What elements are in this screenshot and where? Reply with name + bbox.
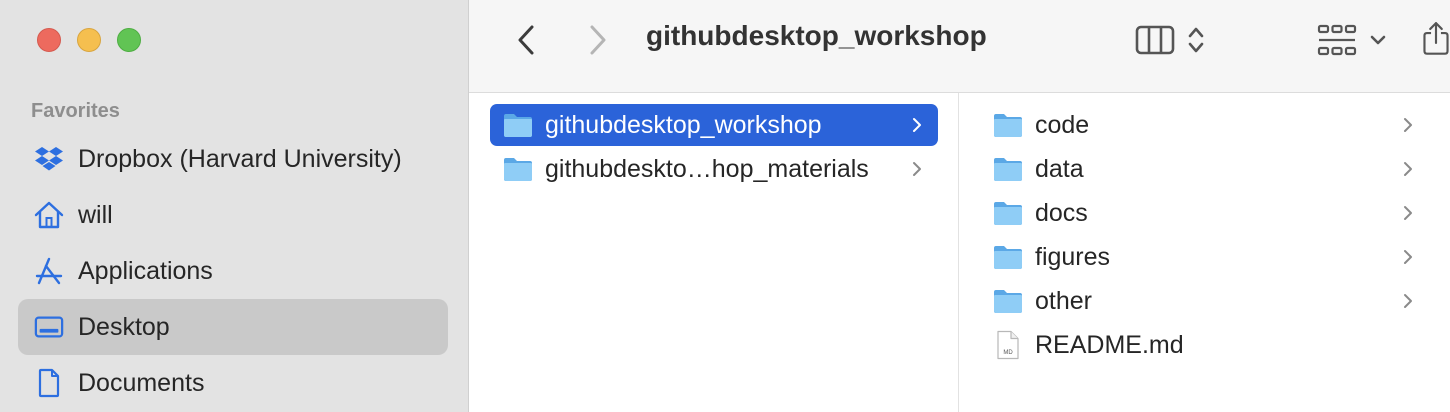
folder-row-docs[interactable]: docs — [981, 192, 1425, 234]
forward-button[interactable] — [581, 22, 615, 58]
sidebar: Favorites Dropbox (Harvard University) w… — [0, 0, 469, 412]
folder-row-githubdesktop-workshop[interactable]: githubdesktop_workshop — [490, 104, 938, 146]
chevron-down-icon — [1370, 35, 1386, 45]
zoom-window-button[interactable] — [117, 28, 141, 52]
sidebar-item-desktop[interactable]: Desktop — [18, 299, 448, 355]
chevron-right-icon — [1404, 162, 1412, 176]
folder-name: docs — [1035, 198, 1088, 227]
folder-icon — [994, 246, 1022, 269]
grid-view-icon — [1317, 24, 1357, 56]
document-icon — [34, 368, 64, 398]
folder-name: data — [1035, 154, 1084, 183]
group-button[interactable] — [1314, 20, 1390, 60]
file-row-readme[interactable]: MD README.md — [981, 324, 1425, 366]
close-window-button[interactable] — [37, 28, 61, 52]
view-mode-button[interactable] — [1130, 20, 1210, 60]
minimize-window-button[interactable] — [77, 28, 101, 52]
folder-icon — [994, 202, 1022, 225]
chevron-right-icon — [1404, 206, 1412, 220]
chevron-right-icon — [1404, 250, 1412, 264]
window-title: githubdesktop_workshop — [646, 20, 987, 51]
dropbox-icon — [34, 144, 64, 174]
file-type-badge: MD — [1003, 350, 1013, 356]
column-view-icon — [1135, 25, 1175, 55]
sidebar-item-dropbox[interactable]: Dropbox (Harvard University) — [18, 131, 448, 187]
markdown-file-icon: MD — [997, 330, 1019, 360]
share-icon — [1423, 22, 1449, 55]
share-button[interactable] — [1422, 16, 1450, 60]
folder-icon — [994, 290, 1022, 313]
back-button[interactable] — [509, 22, 543, 58]
browser-column-2: code data docs figures other MD README.m… — [959, 93, 1450, 412]
window-controls — [37, 28, 141, 52]
folder-name: other — [1035, 286, 1092, 315]
chevron-right-icon — [1404, 294, 1412, 308]
file-name: README.md — [1035, 330, 1184, 359]
sidebar-item-documents[interactable]: Documents — [18, 355, 448, 411]
chevron-right-icon — [590, 25, 606, 55]
sidebar-item-label: Documents — [78, 368, 205, 397]
sidebar-item-applications[interactable]: Applications — [18, 243, 448, 299]
sidebar-item-label: will — [78, 200, 113, 229]
folder-row-other[interactable]: other — [981, 280, 1425, 322]
sidebar-item-label: Applications — [78, 256, 213, 285]
folder-row-data[interactable]: data — [981, 148, 1425, 190]
folder-name: code — [1035, 110, 1090, 139]
chevron-left-icon — [518, 25, 534, 55]
applications-icon — [34, 256, 64, 286]
desktop-icon — [34, 312, 64, 342]
sidebar-item-will[interactable]: will — [18, 187, 448, 243]
home-icon — [34, 200, 64, 230]
sidebar-section-favorites: Favorites — [31, 100, 120, 122]
folder-name: figures — [1035, 242, 1111, 271]
browser-column-1: githubdesktop_workshop githubdeskto…hop_… — [469, 93, 958, 412]
sidebar-item-label: Dropbox (Harvard University) — [78, 144, 402, 173]
chevron-right-icon — [913, 162, 921, 176]
up-down-chevron-icon — [1188, 27, 1204, 53]
folder-row-githubdesktop-workshop-materials[interactable]: githubdeskto…hop_materials — [490, 148, 938, 190]
folder-icon — [504, 114, 532, 137]
folder-icon — [504, 158, 532, 181]
folder-icon — [994, 158, 1022, 181]
folder-name: githubdesktop_workshop — [545, 110, 822, 139]
folder-name: githubdeskto…hop_materials — [545, 154, 869, 183]
chevron-right-icon — [1404, 118, 1412, 132]
sidebar-item-label: Desktop — [78, 312, 170, 341]
folder-row-figures[interactable]: figures — [981, 236, 1425, 278]
chevron-right-icon — [913, 118, 921, 132]
toolbar: githubdesktop_workshop — [469, 0, 1450, 93]
folder-row-code[interactable]: code — [981, 104, 1425, 146]
folder-icon — [994, 114, 1022, 137]
